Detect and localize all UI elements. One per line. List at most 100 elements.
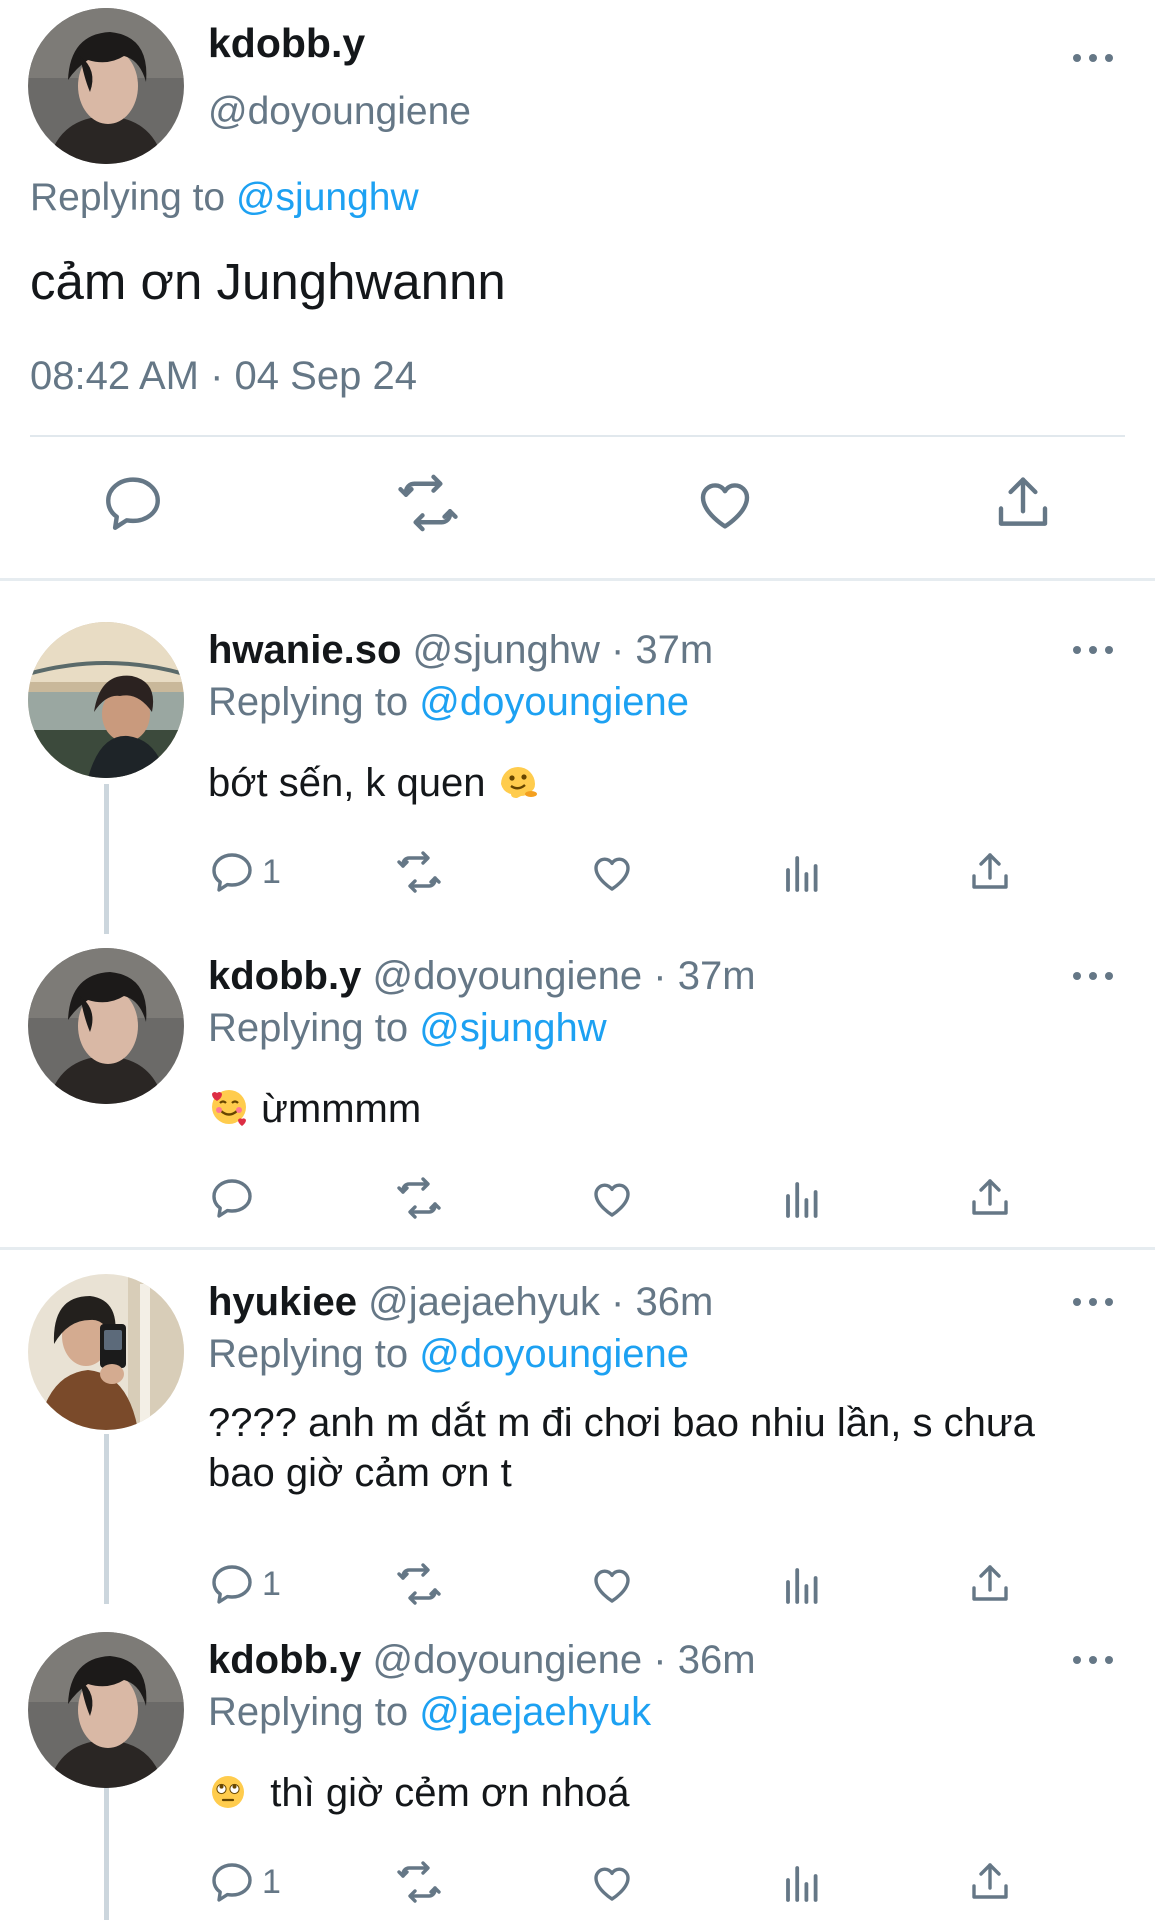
mention-link[interactable]: @sjunghw: [419, 1006, 606, 1050]
like-icon: [594, 1569, 630, 1603]
share-icon: [972, 1863, 1008, 1899]
replying-prefix: Replying to: [208, 1332, 420, 1376]
more-icon[interactable]: [1073, 972, 1113, 984]
handle[interactable]: @doyoungiene: [208, 90, 471, 134]
reply-icon: [212, 1179, 252, 1218]
retweet-button[interactable]: [395, 1170, 443, 1226]
more-icon[interactable]: [1073, 1298, 1113, 1310]
views-button[interactable]: [778, 1170, 826, 1226]
retweet-icon: [397, 851, 441, 893]
tweet-timestamp[interactable]: 08:42 AM · 04 Sep 24: [30, 354, 417, 399]
reply-button[interactable]: 1: [208, 844, 281, 900]
like-icon: [594, 1183, 630, 1217]
reply-icon: [212, 853, 252, 892]
share-button[interactable]: [966, 1170, 1014, 1226]
reply-icon: [212, 1863, 252, 1902]
reply-icon[interactable]: [100, 470, 166, 536]
display-name[interactable]: kdobb.y: [208, 954, 361, 998]
views-button[interactable]: [778, 844, 826, 900]
analytics-icon: [786, 856, 818, 892]
analytics-icon: [786, 1866, 818, 1902]
reply-count: 1: [262, 852, 281, 891]
mention-link[interactable]: @jaejaehyuk: [419, 1690, 651, 1734]
reply-text: ừmmmm: [208, 1084, 1108, 1140]
replying-to: Replying to @sjunghw: [30, 176, 419, 220]
share-button[interactable]: [966, 844, 1014, 900]
reply-count: 1: [262, 1564, 281, 1603]
like-button[interactable]: [588, 1854, 636, 1910]
display-name[interactable]: hwanie.so: [208, 628, 401, 672]
like-icon: [594, 857, 630, 891]
smiling-face-with-hearts-icon: [208, 1086, 250, 1140]
replying-to: Replying to @doyoungiene: [208, 680, 689, 725]
retweet-icon: [397, 1177, 441, 1219]
replying-to: Replying to @jaejaehyuk: [208, 1690, 651, 1735]
replying-to: Replying to @doyoungiene: [208, 1332, 689, 1377]
reply-header: kdobb.y @doyoungiene · 36m: [208, 1638, 756, 1683]
melting-face-icon: [497, 760, 539, 814]
reply-header: hwanie.so @sjunghw · 37m: [208, 628, 713, 673]
reply-text-line: bao giờ cảm ơn t: [208, 1451, 512, 1495]
avatar-hyukiee[interactable]: [28, 1274, 184, 1430]
reply-text-content: bớt sến, k quen: [208, 761, 486, 805]
reply-button[interactable]: 1: [208, 1854, 281, 1910]
reply-action-bar: 1: [0, 1854, 1155, 1910]
display-name[interactable]: hyukiee: [208, 1280, 357, 1324]
reply-button[interactable]: [208, 1170, 262, 1226]
like-button[interactable]: [588, 1556, 636, 1612]
avatar-kdobb[interactable]: [28, 1632, 184, 1788]
share-icon: [972, 1565, 1008, 1601]
reply-text-content: thì giờ cẻm ơn nhoá: [270, 1771, 630, 1815]
reply-action-bar: [0, 1170, 1155, 1226]
reply-text: ???? anh m dắt m đi chơi bao nhiu lần, s…: [208, 1398, 1108, 1498]
reply-tweet[interactable]: kdobb.y @doyoungiene · 37m Replying to @…: [0, 948, 1155, 1248]
reply-text: thì giờ cẻm ơn nhoá: [208, 1768, 1108, 1824]
main-tweet: kdobb.y @doyoungiene Replying to @sjungh…: [0, 0, 1155, 580]
face-with-rolling-eyes-icon: [208, 1772, 248, 1824]
more-icon[interactable]: [1073, 646, 1113, 658]
replying-prefix: Replying to: [208, 1690, 420, 1734]
retweet-button[interactable]: [395, 844, 443, 900]
handle-time[interactable]: @jaejaehyuk · 36m: [357, 1280, 713, 1324]
reply-tweet[interactable]: hwanie.so @sjunghw · 37m Replying to @do…: [0, 622, 1155, 922]
like-icon[interactable]: [692, 470, 758, 536]
display-name[interactable]: kdobb.y: [208, 20, 365, 67]
avatar-hwanie[interactable]: [28, 622, 184, 778]
reply-tweet[interactable]: hyukiee @jaejaehyuk · 36m Replying to @d…: [0, 1274, 1155, 1614]
reply-icon: [212, 1565, 252, 1604]
handle-time[interactable]: @sjunghw · 37m: [401, 628, 714, 672]
share-icon[interactable]: [990, 470, 1056, 536]
share-button[interactable]: [966, 1556, 1014, 1612]
like-button[interactable]: [588, 844, 636, 900]
retweet-button[interactable]: [395, 1556, 443, 1612]
like-button[interactable]: [588, 1170, 636, 1226]
retweet-button[interactable]: [395, 1854, 443, 1910]
reply-tweet[interactable]: kdobb.y @doyoungiene · 36m Replying to @…: [0, 1632, 1155, 1920]
section-divider: [0, 1247, 1155, 1250]
divider: [30, 435, 1125, 437]
handle-time[interactable]: @doyoungiene · 36m: [361, 1638, 755, 1682]
share-button[interactable]: [966, 1854, 1014, 1910]
analytics-icon: [786, 1182, 818, 1218]
handle-time[interactable]: @doyoungiene · 37m: [361, 954, 755, 998]
mention-link[interactable]: @doyoungiene: [419, 680, 689, 724]
reply-button[interactable]: 1: [208, 1556, 281, 1612]
mention-link[interactable]: @doyoungiene: [419, 1332, 689, 1376]
analytics-icon: [786, 1568, 818, 1604]
retweet-icon: [397, 1861, 441, 1903]
more-icon[interactable]: [1073, 54, 1113, 66]
retweet-icon: [397, 1563, 441, 1605]
views-button[interactable]: [778, 1854, 826, 1910]
reply-action-bar: 1: [0, 1556, 1155, 1612]
display-name[interactable]: kdobb.y: [208, 1638, 361, 1682]
reply-text: bớt sến, k quen: [208, 758, 1108, 814]
reply-text-line: ???? anh m dắt m đi chơi bao nhiu lần, s…: [208, 1401, 1035, 1445]
mention-link[interactable]: @sjunghw: [236, 176, 419, 219]
retweet-icon[interactable]: [395, 470, 461, 536]
reply-text-content: ừmmmm: [261, 1087, 422, 1131]
reply-action-bar: 1: [0, 844, 1155, 900]
avatar-kdobb[interactable]: [28, 8, 184, 164]
more-icon[interactable]: [1073, 1656, 1113, 1668]
avatar-kdobb[interactable]: [28, 948, 184, 1104]
views-button[interactable]: [778, 1556, 826, 1612]
